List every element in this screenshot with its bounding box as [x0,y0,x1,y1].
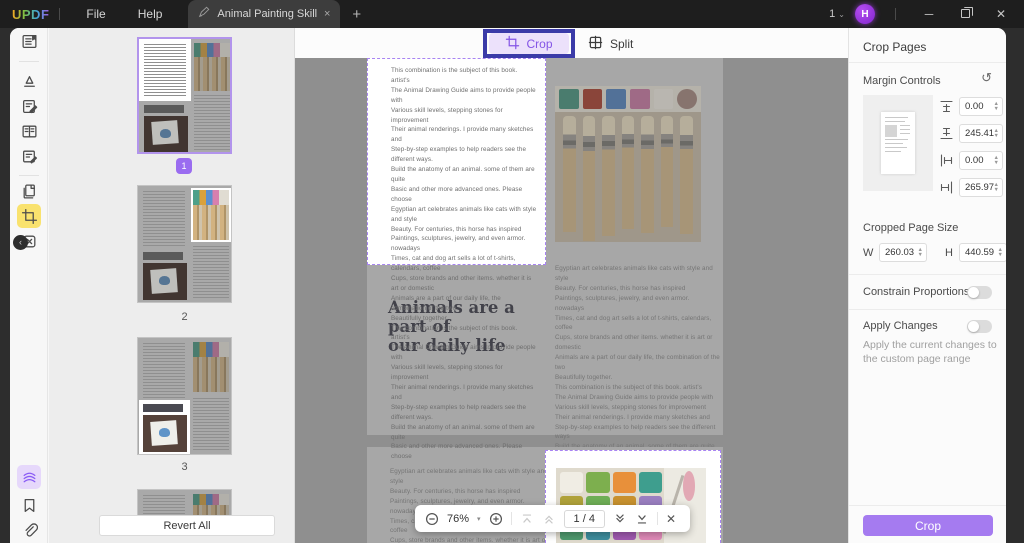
document-tab[interactable]: Animal Painting Skills* × [188,0,341,28]
organize-pages-icon[interactable] [17,119,41,143]
apply-changes-description: Apply the current changes to the custom … [863,339,997,365]
crop-apply-button[interactable]: Crop [863,515,993,536]
document-canvas: Crop Split Egyptian art celebrates anima… [295,28,848,543]
avatar[interactable]: H [855,4,875,24]
close-toolbar-button[interactable]: ✕ [666,512,676,526]
crop-mode-icon [505,35,520,53]
thumbnail-page-1[interactable] [137,37,232,154]
spinner-arrows[interactable]: ▲ ▼ [994,101,1002,112]
zoom-dropdown-icon[interactable]: ▾ [477,515,481,523]
constrain-proportions-toggle[interactable] [967,286,992,299]
height-input[interactable]: ▲▼ [959,243,1006,262]
last-page-button[interactable] [635,512,649,526]
page1-left-column: This combination is the subject of this … [391,67,537,461]
split-mode-icon [588,35,603,53]
first-page-button[interactable] [520,512,534,526]
page-number-badge: 1 [176,158,192,174]
divider [849,274,1006,275]
crop-mode-button[interactable]: Crop [489,33,569,54]
comment-marker-icon[interactable] [17,69,41,93]
divider [656,512,658,525]
restore-button[interactable] [952,7,978,21]
tab-title: Animal Painting Skills* [217,8,317,20]
divider [510,512,512,525]
title-bar: UPDF File Help Animal Painting Skills* ×… [0,0,1024,28]
page-indicator[interactable]: 1 / 4 [563,509,605,528]
new-tab-button[interactable]: + [352,6,361,23]
page-number-label: 3 [181,461,188,473]
split-mode-button[interactable]: Split [588,33,633,54]
height-label: H [945,247,953,259]
divider [19,61,39,62]
zoom-level[interactable]: 76% [447,513,469,525]
spinner-arrows[interactable]: ▲ ▼ [994,155,1002,166]
app-content: ‹ 1 2 3 Revert All Crop Split Egyptian a… [10,28,1006,543]
zoom-in-button[interactable] [489,512,503,526]
margin-right-input[interactable]: ▲▼ [959,178,1003,197]
margin-left-input[interactable]: ▲▼ [959,151,1003,170]
spinner-arrows[interactable]: ▲ ▼ [918,247,926,258]
attachment-icon[interactable] [17,518,41,542]
divider [59,8,61,20]
width-input[interactable]: ▲▼ [879,243,927,262]
spinner-arrows[interactable]: ▲ ▼ [994,128,1002,139]
sidebar-collapse-handle[interactable]: ‹ [13,235,28,250]
restore-icon [960,7,973,18]
close-button[interactable]: ✕ [988,7,1014,21]
divider [895,8,896,20]
reset-margins-icon[interactable]: ↺ [981,71,992,84]
page-number-label: 2 [181,311,188,323]
divider [19,175,39,176]
margin-bottom-input[interactable]: ▲▼ [959,124,1003,143]
crop-selection-page-1[interactable]: This combination is the subject of this … [367,58,546,460]
zoom-out-button[interactable] [425,512,439,526]
margin-right-icon [939,180,954,195]
margin-bottom-icon [939,126,954,141]
window-count-dropdown[interactable]: 1 ⌄ [829,8,845,20]
divider [849,62,1006,63]
apply-changes-label: Apply Changes [863,320,938,332]
pen-icon [198,5,210,23]
brushes-photo [555,86,701,242]
constrain-proportions-label: Constrain Proportions [863,286,970,298]
divider [849,505,1006,506]
margin-left-icon [939,153,954,168]
crop-preview [863,95,933,191]
chevron-down-icon: ⌄ [838,9,845,19]
thumbnail-page-2[interactable] [137,185,232,303]
crop-tool-icon-active[interactable] [17,204,41,228]
cropped-page-size-label: Cropped Page Size [863,222,959,234]
margin-controls-label: Margin Controls [863,75,941,87]
revert-all-button[interactable]: Revert All [99,515,275,536]
previous-page-button[interactable] [542,512,556,526]
next-page-button[interactable] [613,512,627,526]
width-label: W [863,247,874,259]
updf-logo: UPDF [12,6,50,22]
edit-text-icon[interactable] [17,94,41,118]
page-thumbnail-panel: 1 2 3 Revert All [49,28,295,543]
zoom-page-toolbar: 76% ▾ 1 / 4 ✕ [415,505,690,532]
crop-pages-panel: Crop Pages Margin Controls ↺ ▲▼ [848,28,1006,543]
margin-top-input[interactable]: ▲▼ [959,97,1003,116]
page-copy-icon[interactable] [17,179,41,203]
menu-file[interactable]: File [70,0,121,28]
apply-changes-toggle[interactable] [967,320,992,333]
spinner-arrows[interactable]: ▲ ▼ [998,247,1006,258]
divider [849,309,1006,310]
fill-sign-icon[interactable] [17,144,41,168]
minimize-button[interactable]: ─ [916,7,942,21]
menu-help[interactable]: Help [122,0,179,28]
thumbnail-page-3[interactable] [137,337,232,455]
margin-top-icon [939,99,954,114]
bookmark-icon[interactable] [17,493,41,517]
panel-title: Crop Pages [863,40,927,54]
ai-assistant-icon[interactable] [17,465,41,489]
spinner-arrows[interactable]: ▲ ▼ [994,182,1002,193]
tool-sidebar [10,28,48,543]
tab-close-icon[interactable]: × [324,8,330,20]
reader-icon[interactable] [17,29,41,53]
